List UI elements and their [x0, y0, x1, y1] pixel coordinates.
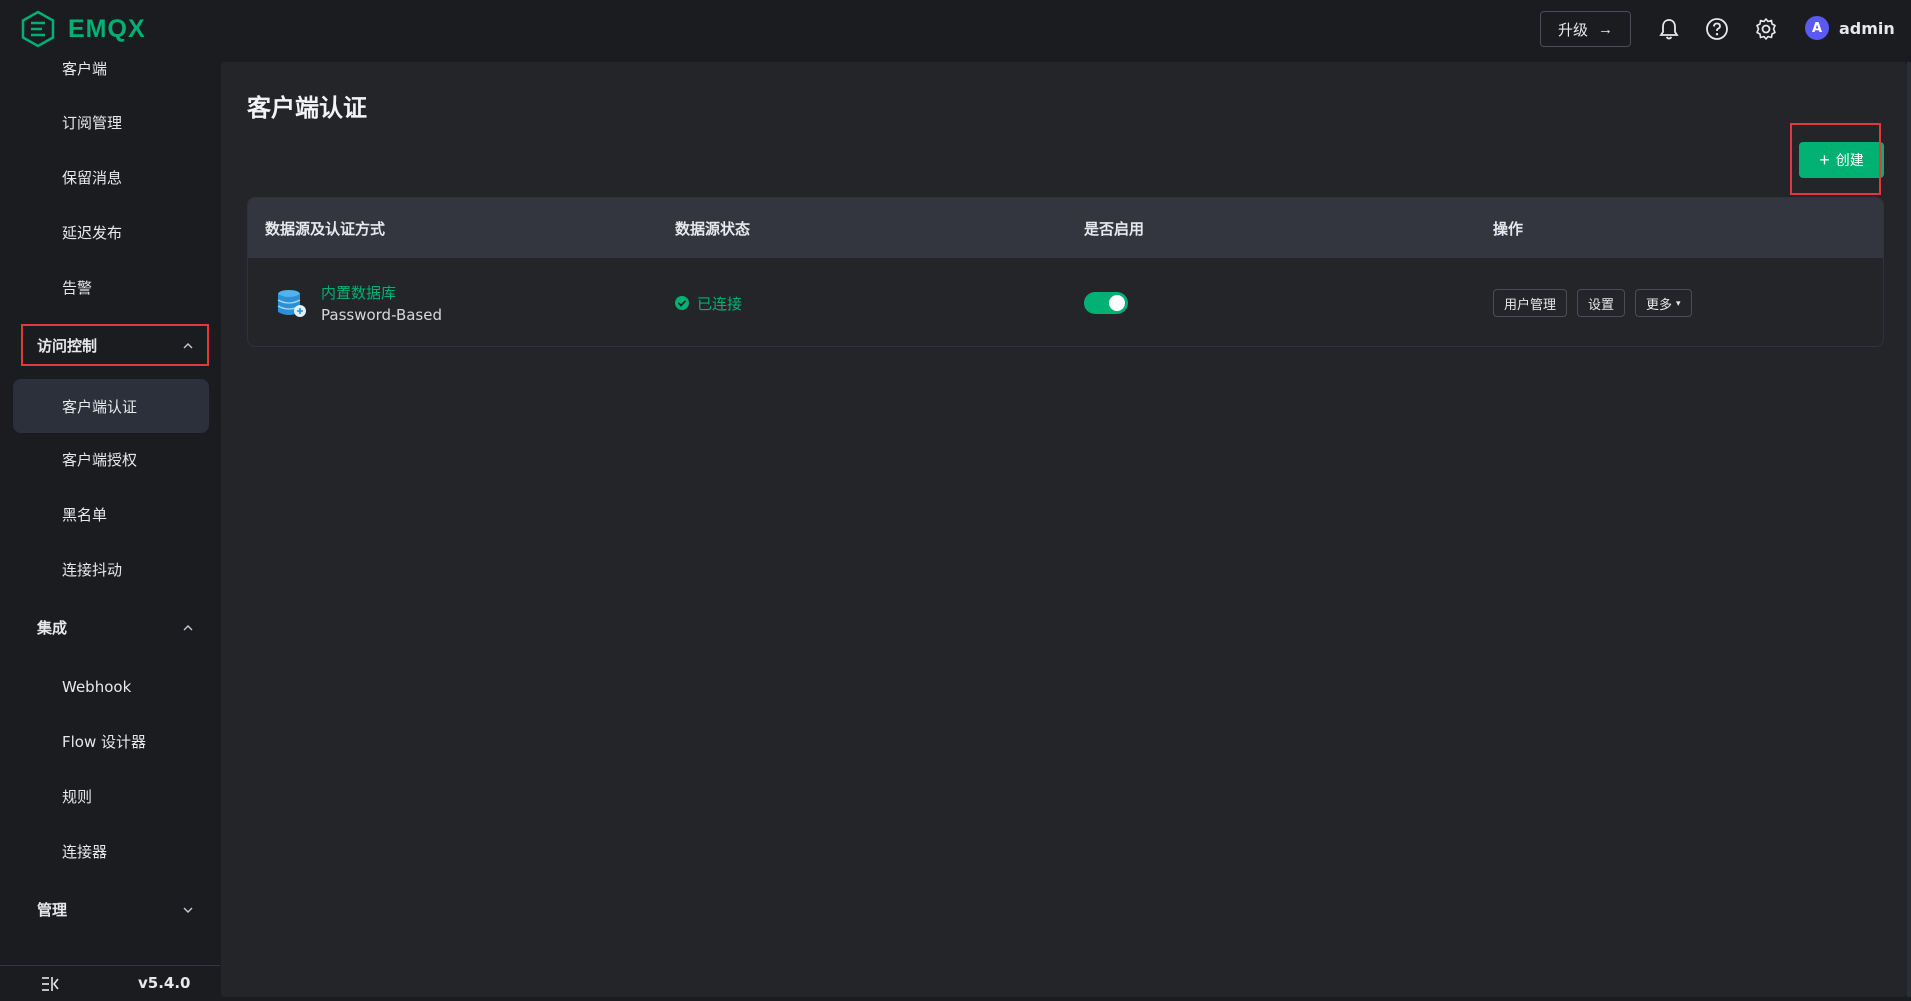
sidebar-item-label: 订阅管理 — [62, 114, 123, 132]
sidebar-item-subscriptions[interactable]: 订阅管理 — [0, 100, 220, 145]
help-icon[interactable] — [1704, 16, 1730, 42]
sidebar-item-delayed[interactable]: 延迟发布 — [0, 210, 220, 255]
create-label: 创建 — [1835, 152, 1864, 168]
status-badge: 已连接 — [675, 293, 742, 314]
chevron-down-icon — [182, 904, 194, 916]
sidebar-item-label: 延迟发布 — [62, 224, 123, 242]
enable-toggle[interactable] — [1084, 292, 1128, 314]
scrollbar[interactable] — [1907, 62, 1911, 997]
column-header: 数据源状态 — [675, 219, 751, 238]
authentication-table: 数据源及认证方式 数据源状态 是否启用 操作 内置数据库 Password-Ba… — [247, 197, 1884, 347]
page-title: 客户端认证 — [247, 94, 367, 122]
column-header: 数据源及认证方式 — [265, 219, 386, 238]
status-cell: 已连接 — [675, 259, 742, 346]
table-header: 数据源及认证方式 数据源状态 是否启用 操作 — [248, 198, 1883, 258]
version-label: v5.4.0 — [138, 974, 191, 992]
plus-icon: + — [1819, 150, 1830, 170]
sidebar-item-flapping[interactable]: 连接抖动 — [0, 547, 220, 592]
actions-cell: 用户管理 设置 更多 ▾ — [1493, 259, 1702, 346]
button-label: 设置 — [1588, 296, 1615, 312]
table-row: 内置数据库 Password-Based 已连接 用户管理 设置 更多 ▾ — [248, 259, 1883, 346]
chevron-up-icon — [182, 340, 194, 352]
sidebar-group-label: 集成 — [37, 619, 68, 637]
sidebar-group-integration[interactable]: 集成 — [0, 605, 220, 650]
sidebar-group-management[interactable]: 管理 — [0, 887, 220, 932]
sidebar-item-clients[interactable]: 客户端 — [0, 60, 220, 91]
sidebar-group-label: 管理 — [37, 901, 68, 919]
username: admin — [1839, 18, 1895, 38]
main-panel: 客户端认证 + 创建 数据源及认证方式 数据源状态 是否启用 操作 内置数据库 … — [221, 62, 1907, 997]
sidebar-item-label: 客户端认证 — [62, 397, 138, 416]
enable-cell — [1084, 259, 1128, 346]
mechanism-label: Password-Based — [321, 306, 442, 324]
sidebar-item-label: 连接抖动 — [62, 561, 123, 579]
sidebar-item-alarms[interactable]: 告警 — [0, 265, 220, 310]
source-text: 内置数据库 Password-Based — [321, 282, 442, 324]
sidebar-item-webhook[interactable]: Webhook — [0, 664, 220, 709]
more-dropdown-button[interactable]: 更多 ▾ — [1635, 289, 1692, 317]
sidebar-item-label: Webhook — [62, 677, 132, 696]
arrow-right-icon: → — [1598, 20, 1613, 38]
sidebar-item-label: 连接器 — [62, 843, 108, 861]
button-label: 更多 — [1646, 296, 1673, 312]
source-cell: 内置数据库 Password-Based — [275, 259, 442, 346]
settings-button[interactable]: 设置 — [1577, 289, 1626, 317]
gear-icon[interactable] — [1753, 16, 1779, 42]
sidebar-item-flow-designer[interactable]: Flow 设计器 — [0, 719, 220, 764]
sidebar-item-retained[interactable]: 保留消息 — [0, 155, 220, 200]
sidebar-item-blacklist[interactable]: 黑名单 — [0, 492, 220, 537]
user-menu[interactable]: A admin — [1805, 16, 1895, 40]
logo-text: EMQX — [68, 14, 146, 43]
emqx-logo-icon — [21, 10, 55, 48]
check-circle-icon — [675, 296, 689, 310]
sidebar-item-connectors[interactable]: 连接器 — [0, 829, 220, 874]
upgrade-label: 升级 — [1557, 21, 1588, 39]
sidebar-item-label: 保留消息 — [62, 169, 123, 187]
chevron-up-icon — [182, 622, 194, 634]
sidebar-item-label: 客户端授权 — [62, 451, 138, 469]
sidebar-group-label: 访问控制 — [37, 337, 98, 355]
button-label: 用户管理 — [1504, 296, 1557, 312]
caret-down-icon: ▾ — [1676, 297, 1681, 308]
toggle-knob — [1109, 295, 1125, 311]
upgrade-button[interactable]: 升级 → — [1540, 11, 1631, 47]
top-header: EMQX 升级 → A admin — [0, 0, 1911, 60]
collapse-sidebar-icon[interactable] — [40, 974, 60, 994]
sidebar-item-label: 告警 — [62, 279, 93, 297]
source-link[interactable]: 内置数据库 — [321, 282, 442, 303]
status-text: 已连接 — [697, 294, 743, 313]
create-button[interactable]: + 创建 — [1799, 142, 1884, 178]
database-icon — [275, 287, 307, 319]
avatar: A — [1805, 16, 1829, 40]
sidebar-item-label: 黑名单 — [62, 506, 108, 524]
column-header: 是否启用 — [1084, 219, 1145, 238]
user-management-button[interactable]: 用户管理 — [1493, 289, 1568, 317]
sidebar: 客户端 订阅管理 保留消息 延迟发布 告警 访问控制 客户端认证 客户端授权 黑… — [0, 60, 220, 1001]
bell-icon[interactable] — [1656, 16, 1682, 42]
sidebar-item-rules[interactable]: 规则 — [0, 774, 220, 819]
sidebar-item-authorization[interactable]: 客户端授权 — [0, 437, 220, 482]
sidebar-item-label: Flow 设计器 — [62, 733, 147, 751]
sidebar-item-label: 规则 — [62, 788, 93, 806]
column-header: 操作 — [1493, 219, 1524, 238]
sidebar-item-label: 客户端 — [62, 60, 108, 78]
sidebar-group-access-control[interactable]: 访问控制 — [0, 323, 220, 368]
emqx-logo[interactable]: EMQX — [20, 10, 146, 48]
sidebar-item-authentication[interactable]: 客户端认证 — [13, 379, 209, 433]
sidebar-footer: v5.4.0 — [0, 965, 220, 1001]
